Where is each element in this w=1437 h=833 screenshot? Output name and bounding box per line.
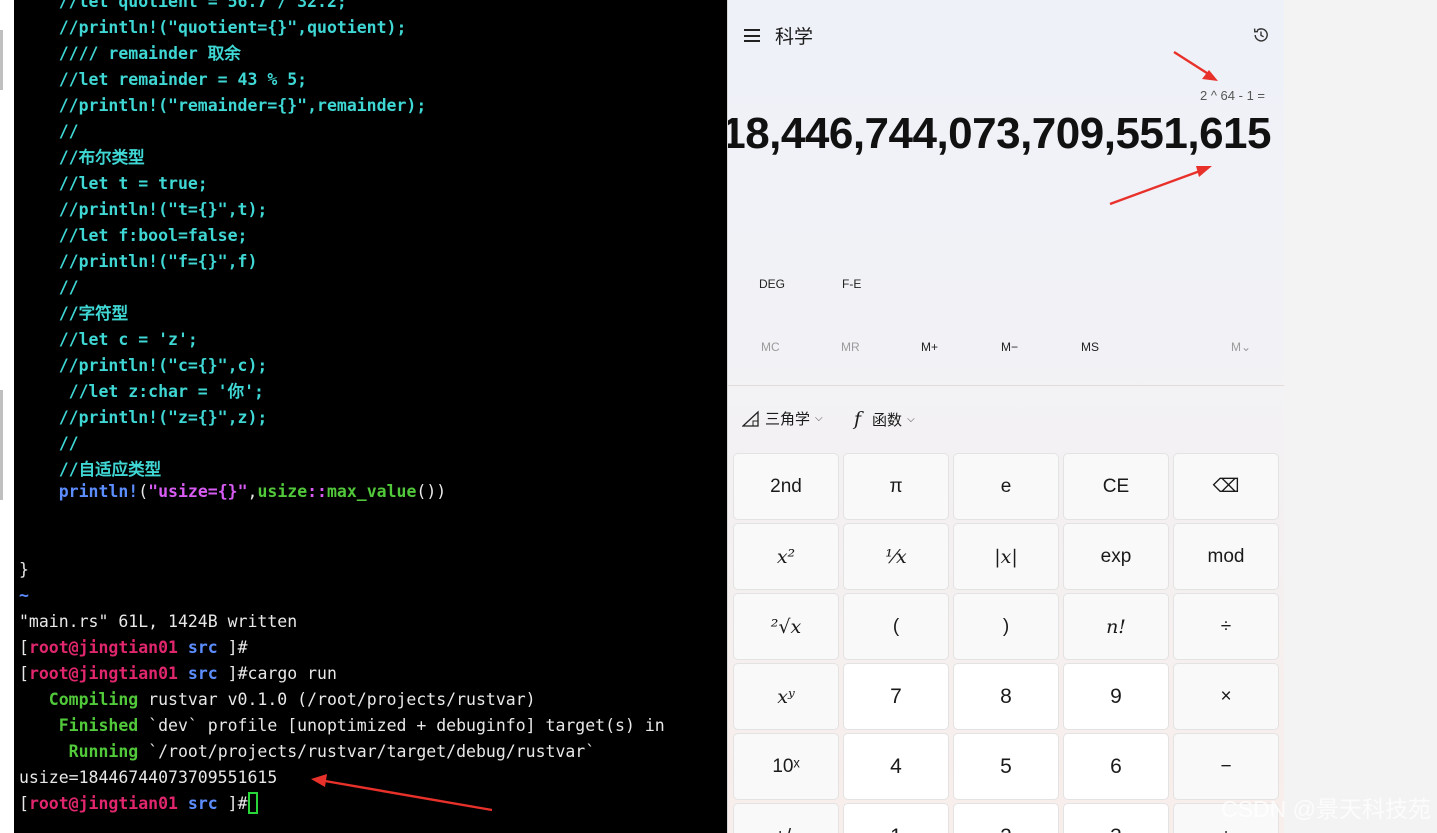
code-line: //let remainder = 43 % 5; [19,70,308,89]
notation-mode-button[interactable]: F-E [842,277,861,291]
gutter-marker [0,390,3,500]
digit-7-key[interactable]: 7 [843,663,949,730]
close-paren-key[interactable]: ) [953,593,1059,660]
code-line: //println!("t={}",t); [19,200,268,219]
ten-power-key[interactable]: 10ˣ [733,733,839,800]
shell-prompt-line: [root@jingtian01 src ]# [19,638,248,657]
m-minus-button[interactable]: M− [1001,340,1018,354]
fn-token: max_value [327,482,417,501]
code-line: //println!("c={}",c); [19,356,268,375]
macro-token: println! [58,482,139,501]
digit-8-key[interactable]: 8 [953,663,1059,730]
code-line: //布尔类型 [19,148,145,167]
triangle-ruler-icon [742,410,759,427]
function-dropdown[interactable]: f 函数 ⌵ [854,408,915,430]
code-line: //字符型 [19,304,129,323]
mc-button[interactable]: MC [761,340,780,354]
code-line: // [19,122,79,141]
vim-status-message: "main.rs" 61L, 1424B written [19,612,298,631]
shell-prompt-active[interactable]: [root@jingtian01 src ]# [19,791,258,817]
digit-4-key[interactable]: 4 [843,733,949,800]
code-line: //let t = true; [19,174,208,193]
euler-key[interactable]: e [953,453,1059,520]
terminal-viewport[interactable]: //let quotient = 56.7 / 32.2; //println!… [14,0,727,833]
code-line: //println!("quotient={}",quotient); [19,18,407,37]
digit-1-key[interactable]: 1 [843,803,949,833]
calculator-mode-title: 科学 [775,27,814,48]
m-plus-button[interactable]: M+ [921,340,938,354]
backspace-key[interactable]: ⌫ [1173,453,1279,520]
factorial-key[interactable]: n! [1063,593,1169,660]
square-root-key[interactable]: ²√x [733,593,839,660]
code-line: //let f:bool=false; [19,226,248,245]
calculator-window[interactable]: 科学 2 ^ 64 - 1 = 18,446,744,073,709,551,6… [727,0,1284,833]
digit-5-key[interactable]: 5 [953,733,1059,800]
shell-command-line: [root@jingtian01 src ]#cargo run [19,664,337,683]
absolute-key[interactable]: |x| [953,523,1059,590]
square-key[interactable]: x² [733,523,839,590]
function-icon: f [854,408,862,430]
digit-3-key[interactable]: 3 [1063,803,1169,833]
code-line: //let c = 'z'; [19,330,198,349]
chevron-down-icon: ⌵ [815,413,823,424]
code-line: //// remainder 取余 [19,44,241,63]
negate-key[interactable]: +/- [733,803,839,833]
cargo-running-line: Running `/root/projects/rustvar/target/d… [19,742,596,761]
closing-brace: } [19,560,29,579]
program-output: usize=18446744073709551615 [19,768,278,787]
expression-display: 2 ^ 64 - 1 = [1200,88,1265,103]
multiply-key[interactable]: × [1173,663,1279,730]
reciprocal-key[interactable]: ¹⁄x [843,523,949,590]
code-line: //println!("f={}",f) [19,252,258,271]
gutter-marker [0,30,3,90]
mod-key[interactable]: mod [1173,523,1279,590]
second-key[interactable]: 2nd [733,453,839,520]
cargo-finished-line: Finished `dev` profile [unoptimized + de… [19,716,665,735]
open-paren-key[interactable]: ( [843,593,949,660]
prompt-dir: src [187,638,218,657]
mr-button[interactable]: MR [841,340,860,354]
power-key[interactable]: xʸ [733,663,839,730]
divide-key[interactable]: ÷ [1173,593,1279,660]
code-line: //println!("z={}",z); [19,408,268,427]
prompt-user: root@jingtian01 [28,638,178,657]
calculator-header: 科学 [728,18,1284,54]
type-token: usize [257,482,308,501]
digit-9-key[interactable]: 9 [1063,663,1169,730]
digit-6-key[interactable]: 6 [1063,733,1169,800]
menu-icon[interactable] [744,29,760,42]
terminal-window[interactable]: //let quotient = 56.7 / 32.2; //println!… [0,0,727,833]
watermark: CSDN @景天科技苑 [1221,796,1431,822]
code-line: // [19,278,79,297]
clear-entry-key[interactable]: CE [1063,453,1169,520]
history-icon[interactable] [1252,26,1270,44]
vim-tilde: ~ [19,586,29,605]
trig-dropdown[interactable]: 三角学 ⌵ [742,408,823,429]
code-line: //let quotient = 56.7 / 32.2; [19,0,347,11]
terminal-cursor [247,792,258,814]
println-line: println!("usize={}",usize::max_value()) [58,482,447,501]
pi-key[interactable]: π [843,453,949,520]
result-display: 18,446,744,073,709,551,615 [727,109,1271,158]
shell-command: cargo run [247,664,337,683]
code-line: //println!("remainder={}",remainder); [19,96,427,115]
cargo-compiling-line: Compiling rustvar v0.1.0 (/root/projects… [19,690,536,709]
memory-list-button[interactable]: M⌄ [1231,340,1251,354]
code-line: //let z:char = '你'; [19,382,264,401]
divider [728,385,1284,386]
angle-mode-button[interactable]: DEG [759,277,785,291]
string-token: "usize={}" [148,482,248,501]
chevron-down-icon: ⌵ [907,413,915,425]
code-line: // [19,434,79,453]
exp-key[interactable]: exp [1063,523,1169,590]
ms-button[interactable]: MS [1081,340,1099,354]
digit-2-key[interactable]: 2 [953,803,1059,833]
